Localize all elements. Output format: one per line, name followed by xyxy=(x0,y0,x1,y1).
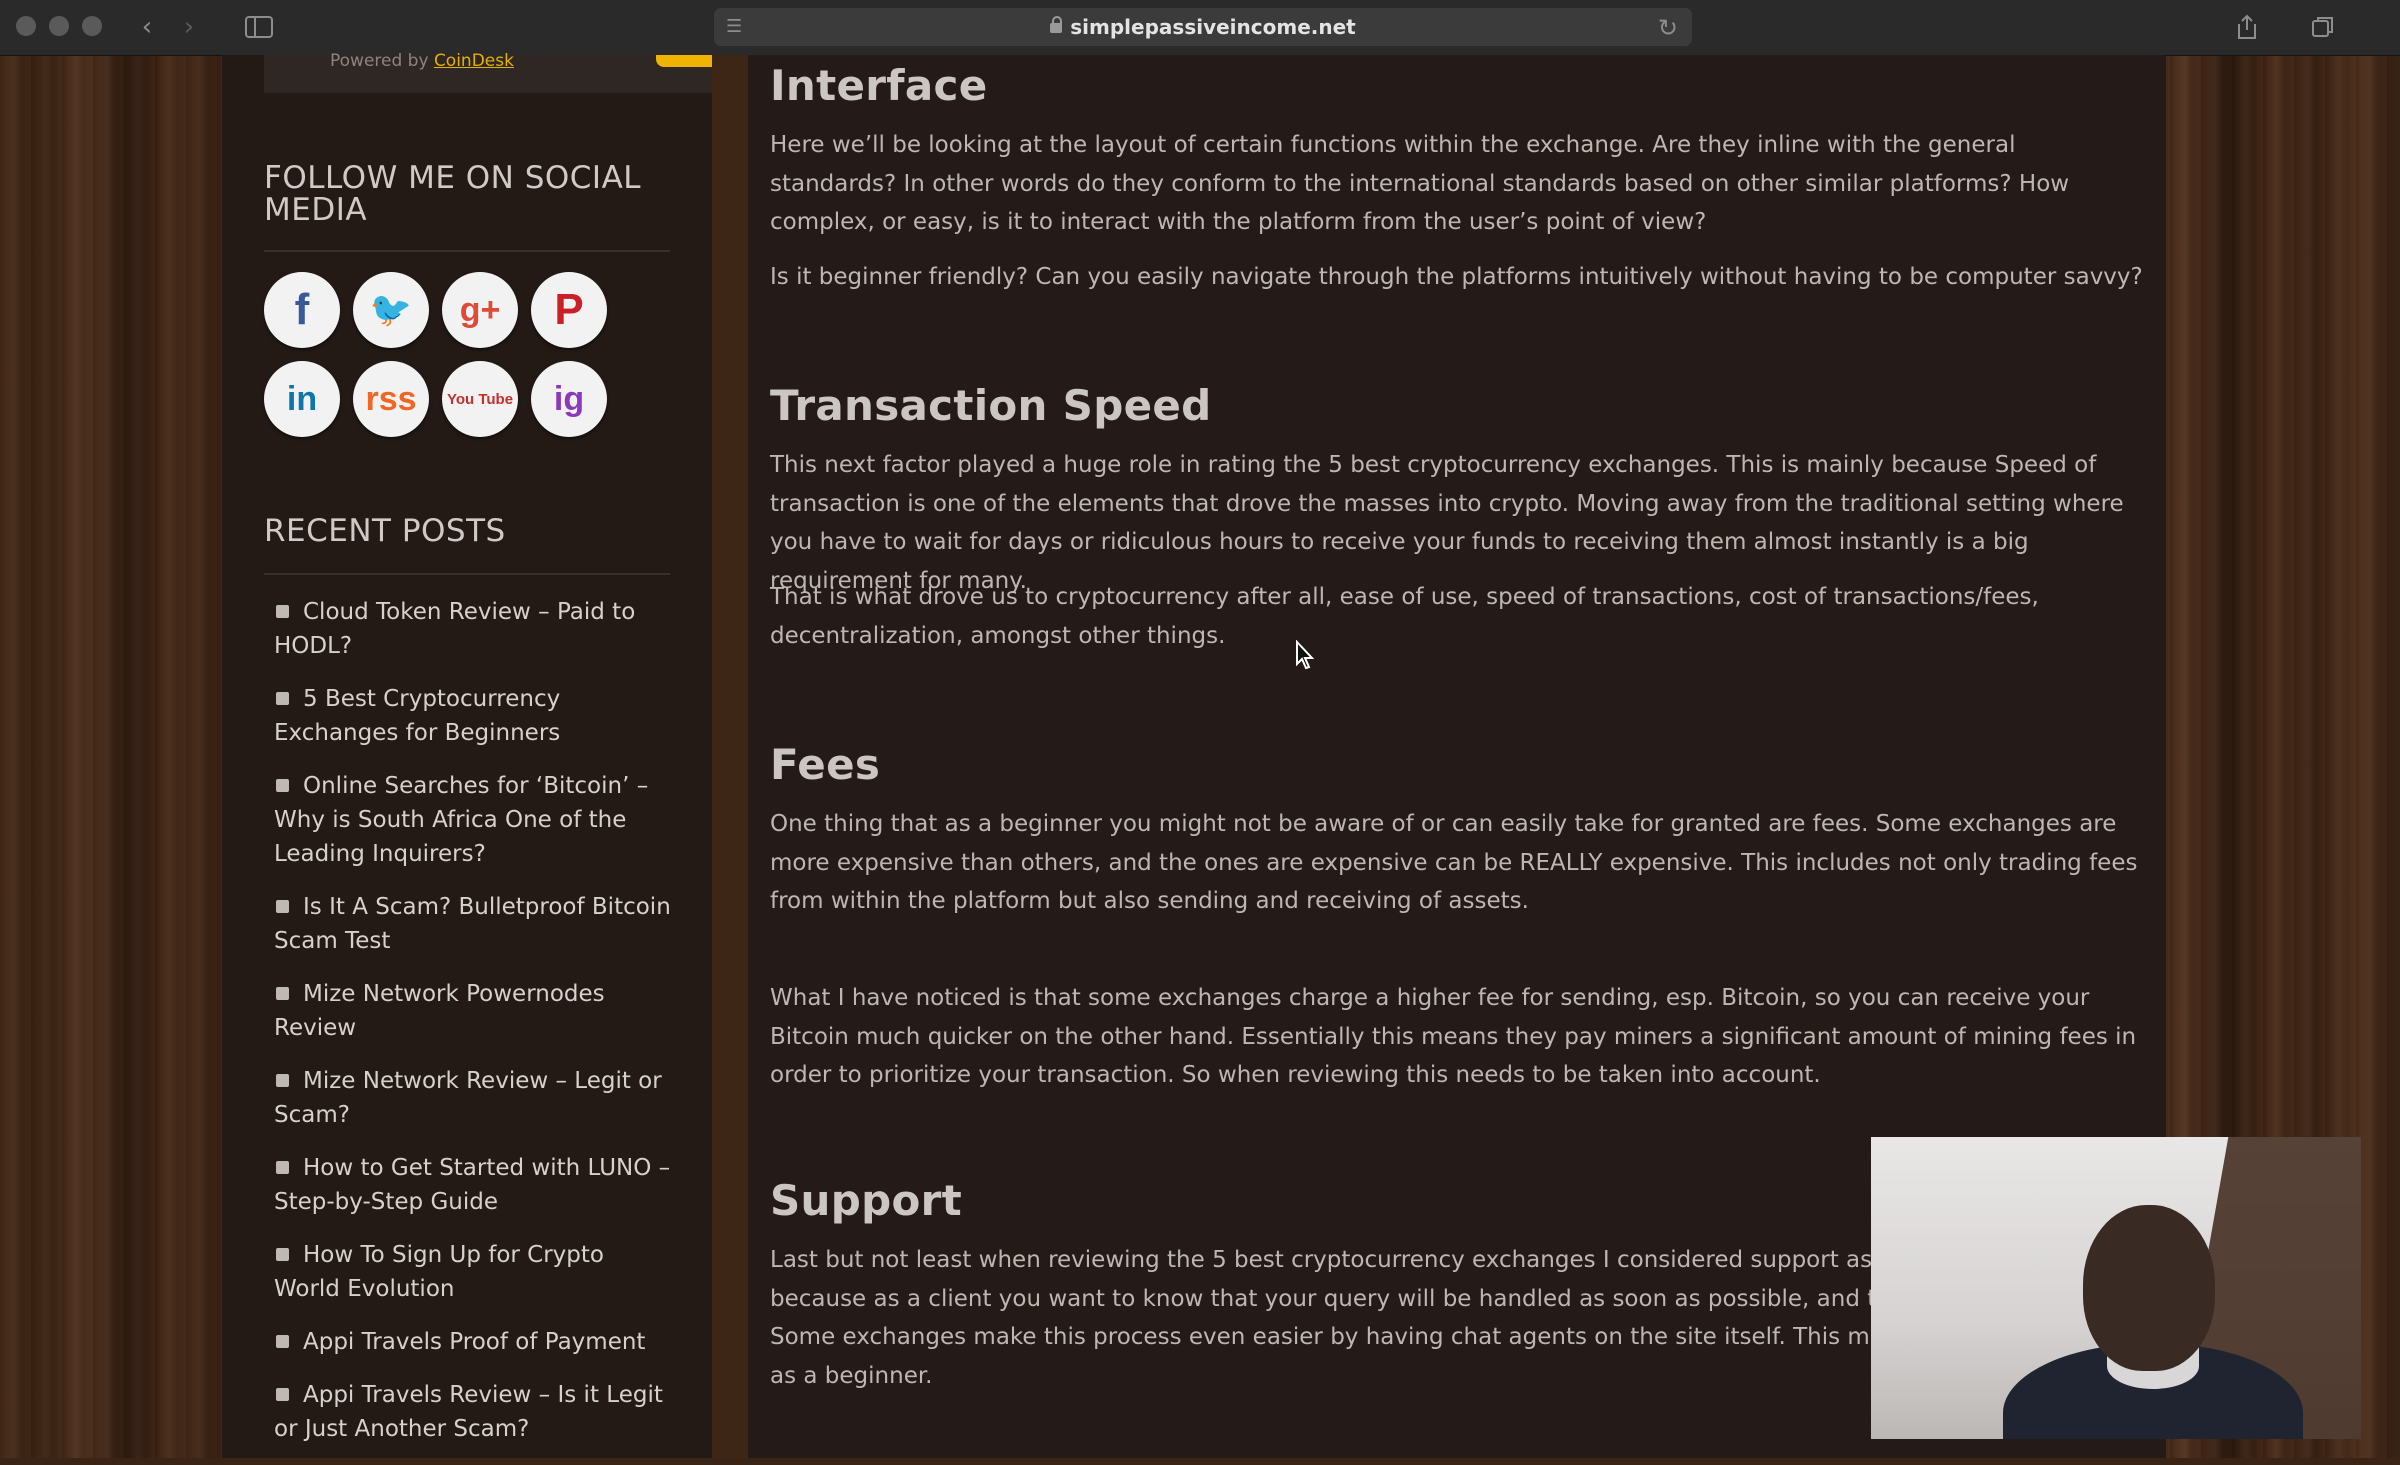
transaction-speed-heading: Transaction Speed xyxy=(770,381,1212,430)
chevron-right-icon: › xyxy=(183,12,195,42)
recent-post-link[interactable]: Appi Travels Proof of Payment xyxy=(303,1329,645,1355)
post-bullet-icon xyxy=(276,1161,289,1174)
post-bullet-icon xyxy=(276,900,289,913)
share-icon xyxy=(2238,14,2256,39)
fees-heading: Fees xyxy=(770,740,881,789)
interface-paragraph-2: Is it beginner friendly? Can you easily … xyxy=(770,264,2143,290)
recent-post-link[interactable]: How To Sign Up for Crypto World Evolutio… xyxy=(274,1242,604,1302)
recent-post-link[interactable]: 5 Best Cryptocurrency Exchanges for Begi… xyxy=(274,686,560,746)
rss-icon-glyph: rss xyxy=(365,380,417,418)
google-plus-icon[interactable]: g+ xyxy=(442,272,518,348)
fees-paragraph-2: What I have noticed is that some exchang… xyxy=(770,985,2137,1088)
zoom-window-button[interactable] xyxy=(82,16,102,36)
coindesk-tab xyxy=(656,55,712,67)
recent-post-link[interactable]: Appi Travels Review – Is it Legit or Jus… xyxy=(274,1382,663,1442)
post-bullet-icon xyxy=(276,605,289,618)
post-bullet-icon xyxy=(276,1335,289,1348)
post-bullet-icon xyxy=(276,692,289,705)
address-bar[interactable]: ☰ simplepassiveincome.net ↻ xyxy=(714,8,1692,46)
share-button[interactable] xyxy=(2228,10,2266,44)
browser-toolbar: ‹ › ☰ simplepassiveincome.net ↻ xyxy=(0,0,2400,56)
facebook-icon[interactable]: f xyxy=(264,272,340,348)
pinterest-icon-glyph: P xyxy=(554,285,584,334)
reload-icon[interactable]: ↻ xyxy=(1658,14,1678,42)
recent-posts-divider xyxy=(264,573,670,575)
powered-by-text: Powered by CoinDesk xyxy=(330,51,514,71)
recent-post-link[interactable]: Cloud Token Review – Paid to HODL? xyxy=(274,599,635,659)
youtube-icon-glyph: You Tube xyxy=(446,390,514,408)
linkedin-icon[interactable]: in xyxy=(264,361,340,437)
transaction-speed-paragraph-2: That is what drove us to cryptocurrency … xyxy=(770,584,2039,649)
tabs-icon xyxy=(2312,17,2333,37)
recent-post-item[interactable]: Cloud Token Review – Paid to HODL? xyxy=(274,595,674,663)
google-plus-icon-glyph: g+ xyxy=(459,291,501,329)
sidebar: Powered by CoinDesk FOLLOW ME ON SOCIAL … xyxy=(222,51,712,1458)
pinterest-icon[interactable]: P xyxy=(531,272,607,348)
post-bullet-icon xyxy=(276,1388,289,1401)
post-bullet-icon xyxy=(276,779,289,792)
post-bullet-icon xyxy=(276,1074,289,1087)
recent-post-item[interactable]: Mize Network Powernodes Review xyxy=(274,977,674,1045)
rss-icon[interactable]: rss xyxy=(353,361,429,437)
recent-post-item[interactable]: How to Get Started with LUNO – Step-by-S… xyxy=(274,1151,674,1219)
instagram-icon[interactable]: ig xyxy=(531,361,607,437)
wood-gutter xyxy=(712,55,748,1458)
twitter-icon[interactable]: 🐦 xyxy=(353,272,429,348)
recent-post-item[interactable]: How To Sign Up for Crypto World Evolutio… xyxy=(274,1238,674,1306)
post-bullet-icon xyxy=(276,1248,289,1261)
recent-posts-heading: RECENT POSTS xyxy=(264,513,506,549)
sidebar-icon xyxy=(245,16,273,38)
back-button[interactable]: ‹ xyxy=(130,10,164,44)
fees-paragraph-1: One thing that as a beginner you might n… xyxy=(770,811,2138,914)
url-text: simplepassiveincome.net xyxy=(1070,15,1356,39)
recent-post-link[interactable]: Online Searches for ‘Bitcoin’ – Why is S… xyxy=(274,773,648,867)
social-heading: FOLLOW ME ON SOCIAL MEDIA xyxy=(264,160,642,228)
recent-post-link[interactable]: How to Get Started with LUNO – Step-by-S… xyxy=(274,1155,670,1215)
tabs-overview-button[interactable] xyxy=(2304,10,2342,44)
recent-post-link[interactable]: Is It A Scam? Bulletproof Bitcoin Scam T… xyxy=(274,894,671,954)
sidebar-toggle-button[interactable] xyxy=(236,10,282,44)
recent-post-link[interactable]: Mize Network Powernodes Review xyxy=(274,981,605,1041)
support-heading: Support xyxy=(770,1176,963,1225)
mouse-cursor-icon xyxy=(1296,640,1315,670)
presenter-head xyxy=(2083,1205,2215,1371)
recent-post-item[interactable]: Mize Network Review – Legit or Scam? xyxy=(274,1064,674,1132)
facebook-icon-glyph: f xyxy=(294,285,310,334)
chevron-left-icon: ‹ xyxy=(141,12,153,42)
linkedin-icon-glyph: in xyxy=(286,380,318,418)
recent-post-item[interactable]: Is It A Scam? Bulletproof Bitcoin Scam T… xyxy=(274,890,674,958)
post-bullet-icon xyxy=(276,987,289,1000)
recent-post-item[interactable]: Online Searches for ‘Bitcoin’ – Why is S… xyxy=(274,769,674,871)
recent-post-item[interactable]: Appi Travels Review – Is it Legit or Jus… xyxy=(274,1378,674,1446)
coindesk-link[interactable]: CoinDesk xyxy=(434,51,514,71)
recent-post-link[interactable]: Mize Network Review – Legit or Scam? xyxy=(274,1068,662,1128)
twitter-icon-glyph: 🐦 xyxy=(369,291,413,329)
lock-icon xyxy=(1050,16,1063,33)
webcam-overlay xyxy=(1871,1137,2361,1439)
youtube-icon[interactable]: You Tube xyxy=(442,361,518,437)
recent-posts-list: Cloud Token Review – Paid to HODL? 5 Best… xyxy=(274,595,674,1465)
transaction-speed-paragraph-1: This next factor played a huge role in r… xyxy=(770,452,2124,594)
forward-button[interactable]: › xyxy=(172,10,206,44)
interface-heading: Interface xyxy=(770,61,988,110)
recent-post-item[interactable]: 5 Best Cryptocurrency Exchanges for Begi… xyxy=(274,682,674,750)
coindesk-widget: Powered by CoinDesk xyxy=(264,51,712,93)
recent-post-item[interactable]: Appi Travels Proof of Payment xyxy=(274,1325,674,1359)
close-window-button[interactable] xyxy=(16,16,36,36)
social-divider xyxy=(264,250,670,252)
interface-paragraph-1: Here we’ll be looking at the layout of c… xyxy=(770,132,2070,235)
minimize-window-button[interactable] xyxy=(49,16,69,36)
instagram-icon-glyph: ig xyxy=(553,380,585,418)
